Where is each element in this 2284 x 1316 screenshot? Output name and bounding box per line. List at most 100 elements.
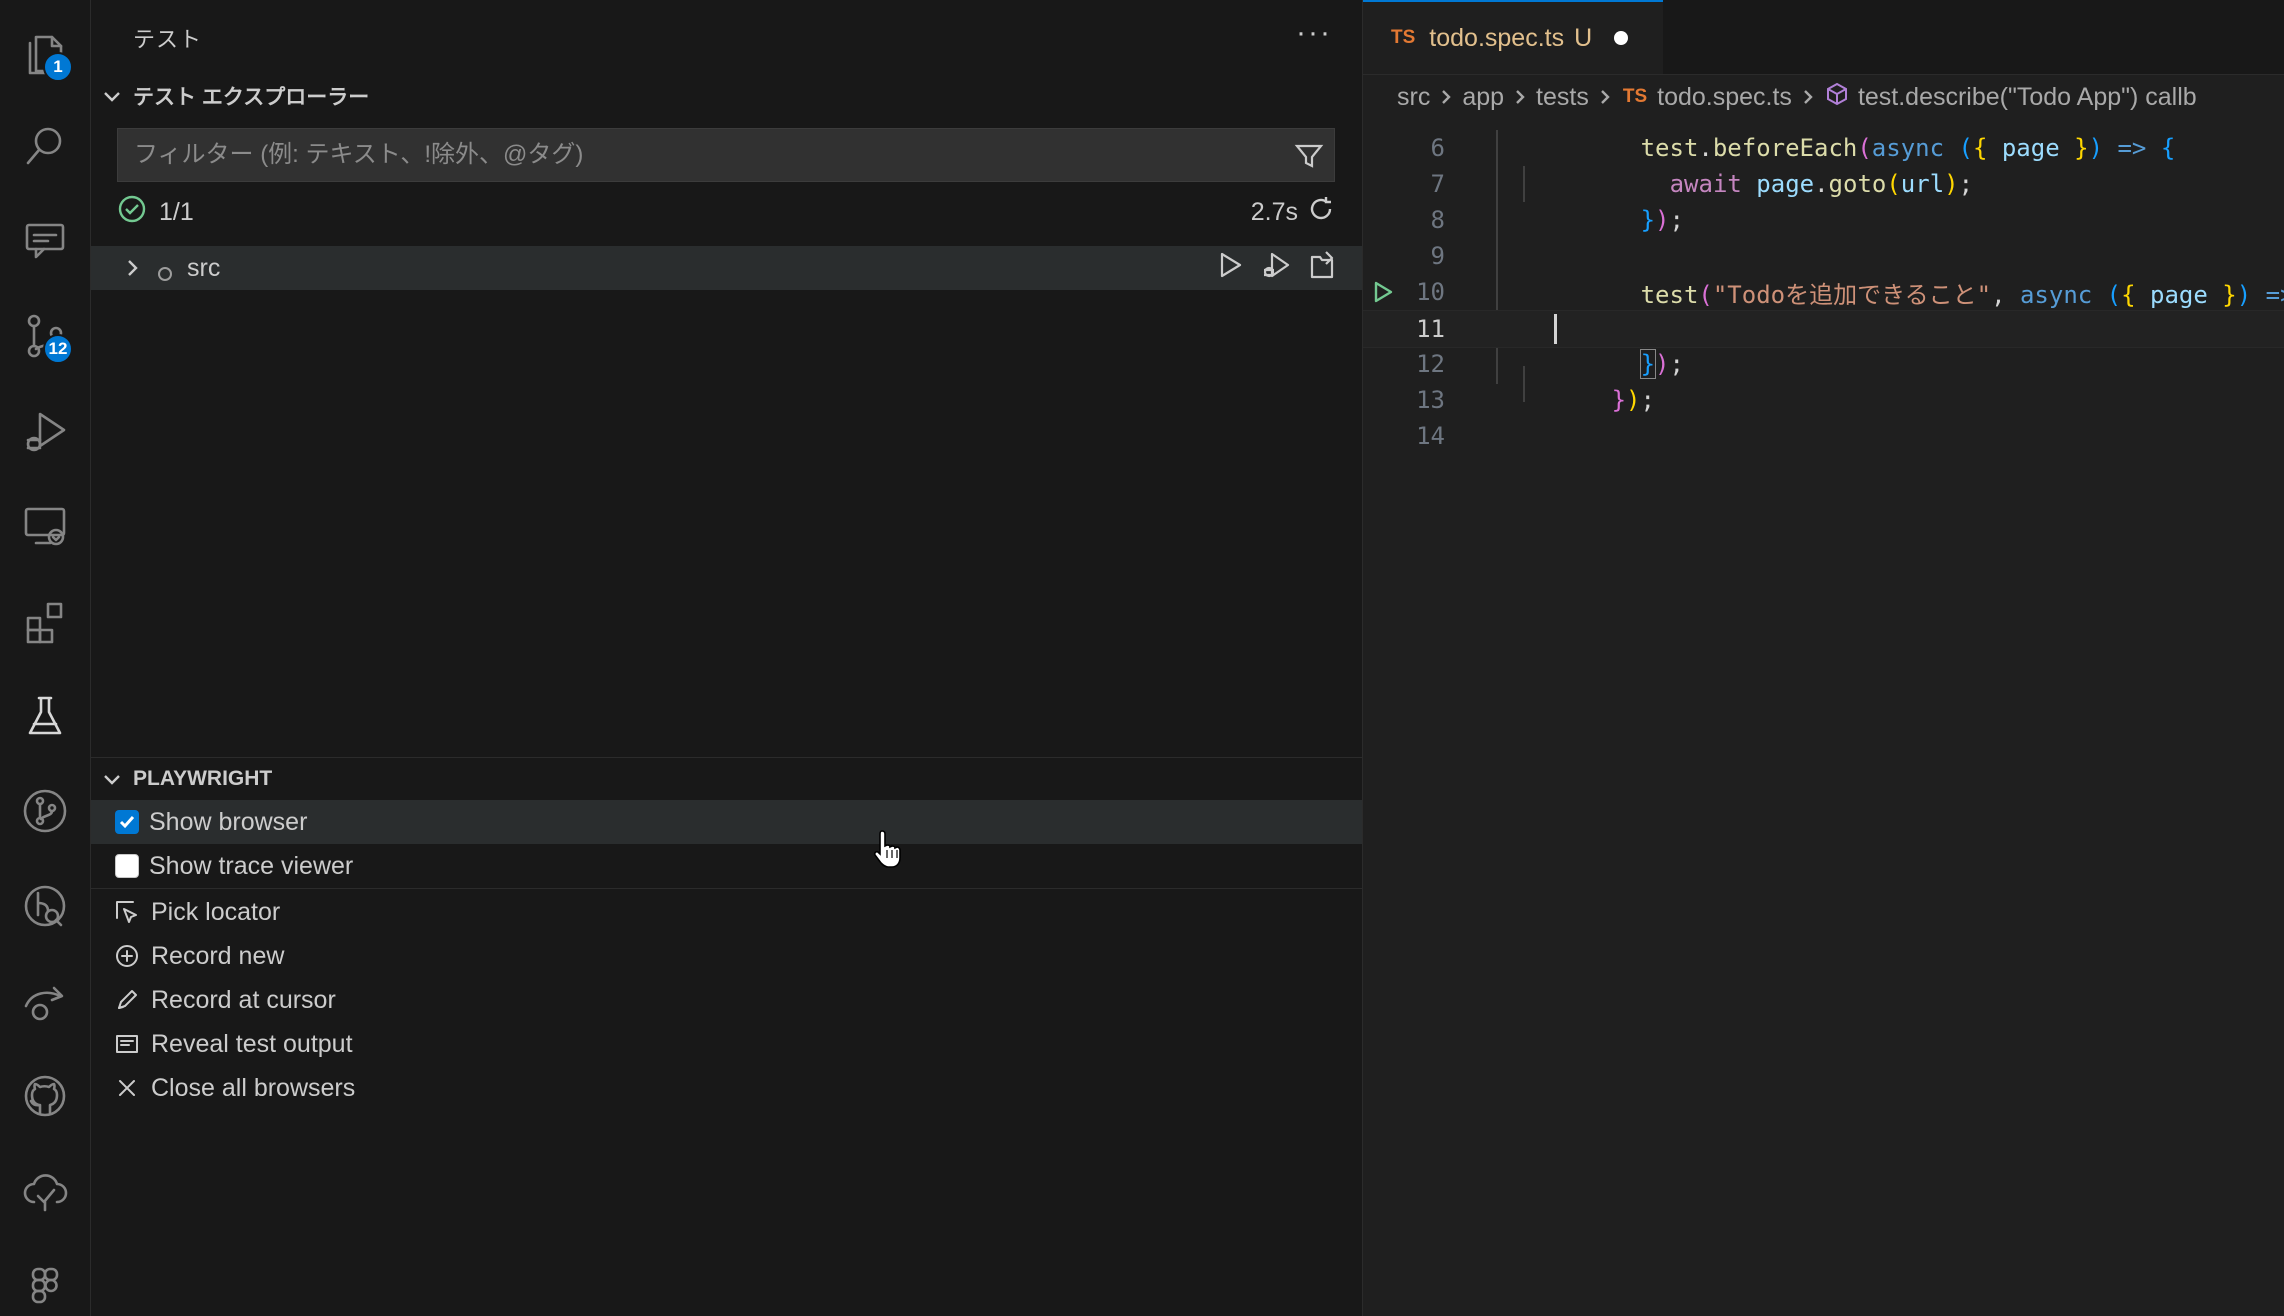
test-explorer-title: テスト エクスプローラー (133, 86, 370, 109)
record-at-cursor-label: Record at cursor (151, 985, 336, 1014)
breadcrumb-item[interactable]: app (1462, 83, 1504, 112)
code-token: ( (1886, 170, 1901, 198)
playwright-header[interactable]: PLAYWRIGHT (91, 759, 1362, 799)
reveal-test-output-action[interactable]: Reveal test output (91, 1022, 1362, 1066)
chat-icon[interactable] (15, 211, 75, 271)
sidebar-title: テスト (133, 27, 203, 52)
code-token: ) (1944, 170, 1959, 198)
test-side-bar: テスト ··· テスト エクスプローラー 1/1 2.7s src PLAYWR… (91, 0, 1363, 1316)
record-at-cursor-action[interactable]: Record at cursor (91, 978, 1362, 1022)
line-number: 11 (1416, 315, 1445, 343)
filter-icon[interactable] (1294, 141, 1324, 171)
test-result-count: 1/1 (159, 197, 194, 226)
mouse-pointer-icon (873, 828, 907, 868)
test-filter[interactable] (117, 128, 1335, 182)
cloud-check-icon[interactable] (15, 1161, 75, 1221)
run-debug-icon[interactable] (15, 401, 75, 461)
show-trace-viewer-checkbox[interactable] (115, 854, 139, 878)
code-token: } (2074, 134, 2089, 162)
code-token: } (1640, 206, 1656, 234)
run-test-icon[interactable] (1214, 249, 1246, 288)
explorer-icon[interactable]: 1 (15, 24, 75, 84)
check-circle-icon (117, 194, 147, 231)
code-line-current[interactable]: 11 (1363, 310, 2284, 348)
test-explorer-header[interactable]: テスト エクスプローラー (91, 76, 1362, 116)
show-trace-viewer-option[interactable]: Show trace viewer (91, 844, 1362, 888)
remote-explorer-icon[interactable] (15, 496, 75, 556)
code-token: , (1991, 280, 2020, 309)
chevron-right-icon (1438, 83, 1454, 112)
untracked-indicator: U (1574, 23, 1593, 52)
line-number: 8 (1430, 206, 1445, 234)
code-line[interactable]: 7 await page.goto(url); (1363, 166, 2284, 202)
record-new-label: Record new (151, 941, 285, 970)
record-new-action[interactable]: Record new (91, 934, 1362, 978)
show-browser-option[interactable]: Show browser (91, 800, 1362, 844)
test-duration: 2.7s (1250, 197, 1298, 226)
test-filter-input[interactable] (132, 140, 1276, 170)
pick-locator-action[interactable]: Pick locator (91, 890, 1362, 934)
close-all-browsers-action[interactable]: Close all browsers (91, 1066, 1362, 1110)
code-token: ( (2106, 280, 2122, 309)
typescript-file-icon: TS (1622, 86, 1648, 107)
source-control-icon[interactable]: 12 (15, 306, 75, 366)
line-number: 12 (1416, 350, 1445, 378)
more-actions-button[interactable]: ··· (1296, 16, 1332, 50)
code-token: page (1756, 170, 1815, 198)
code-token: => (2265, 280, 2284, 309)
test-tree-item-label: src (187, 253, 221, 282)
typescript-file-icon: TS (1391, 27, 1416, 48)
code-token: "Todoを追加できること" (1712, 280, 1992, 309)
record-new-icon (113, 942, 141, 970)
git-graph-icon[interactable] (15, 781, 75, 841)
code-line[interactable]: 10 test("Todoを追加できること", async ({ page })… (1363, 274, 2284, 310)
unset-status-icon (157, 260, 173, 281)
test-summary: 1/1 2.7s (117, 192, 1336, 232)
code-token: ) (2088, 134, 2104, 162)
line-number: 13 (1416, 386, 1445, 414)
code-line[interactable]: 13 }); (1363, 382, 2284, 418)
chevron-down-icon (101, 85, 123, 107)
chevron-right-icon[interactable] (121, 257, 143, 279)
show-browser-label: Show browser (149, 807, 308, 836)
line-number: 14 (1416, 422, 1445, 450)
editor-tab-todo-spec[interactable]: TS todo.spec.ts U (1363, 0, 1663, 74)
go-to-test-icon[interactable] (1306, 249, 1338, 288)
unsaved-dot-icon[interactable] (1614, 31, 1629, 45)
code-token: => (2117, 134, 2147, 162)
editor: TS todo.spec.ts U src app tests TS todo.… (1363, 0, 2284, 1316)
live-share-icon[interactable] (15, 971, 75, 1031)
debug-test-icon[interactable] (1260, 249, 1292, 288)
code-token: ; (1958, 170, 1974, 198)
source-control-badge: 12 (43, 334, 73, 364)
activity-bar: 1 12 (0, 0, 91, 1316)
code-token: { (2121, 280, 2136, 309)
github-icon[interactable] (15, 1066, 75, 1126)
test-tree-item[interactable]: src (91, 246, 1362, 290)
output-icon (113, 1030, 141, 1058)
close-icon (113, 1074, 141, 1102)
code-token: page (2135, 280, 2223, 309)
show-trace-viewer-label: Show trace viewer (149, 851, 354, 880)
git-lens-icon[interactable] (15, 876, 75, 936)
code-token: ( (1698, 280, 1713, 309)
code-line[interactable]: 14 (1363, 418, 2284, 454)
code-token: ) (1655, 350, 1670, 378)
code-line[interactable]: 8 }); (1363, 202, 2284, 238)
tab-filename: todo.spec.ts (1429, 23, 1565, 52)
figma-icon[interactable] (15, 1256, 75, 1316)
line-number: 9 (1430, 242, 1445, 270)
pencil-icon (113, 986, 141, 1014)
code-token: goto (1828, 170, 1887, 198)
pick-locator-icon (113, 898, 141, 926)
show-browser-checkbox[interactable] (115, 810, 139, 834)
search-icon[interactable] (15, 116, 75, 176)
code-token: ; (1669, 350, 1684, 378)
testing-icon[interactable] (15, 686, 75, 746)
code-token: { (2160, 134, 2176, 162)
breadcrumb-item[interactable]: src (1397, 83, 1430, 112)
rerun-icon[interactable] (1306, 194, 1336, 231)
chevron-down-icon (101, 768, 123, 790)
extensions-icon[interactable] (15, 591, 75, 651)
code-token: } (1611, 386, 1627, 414)
